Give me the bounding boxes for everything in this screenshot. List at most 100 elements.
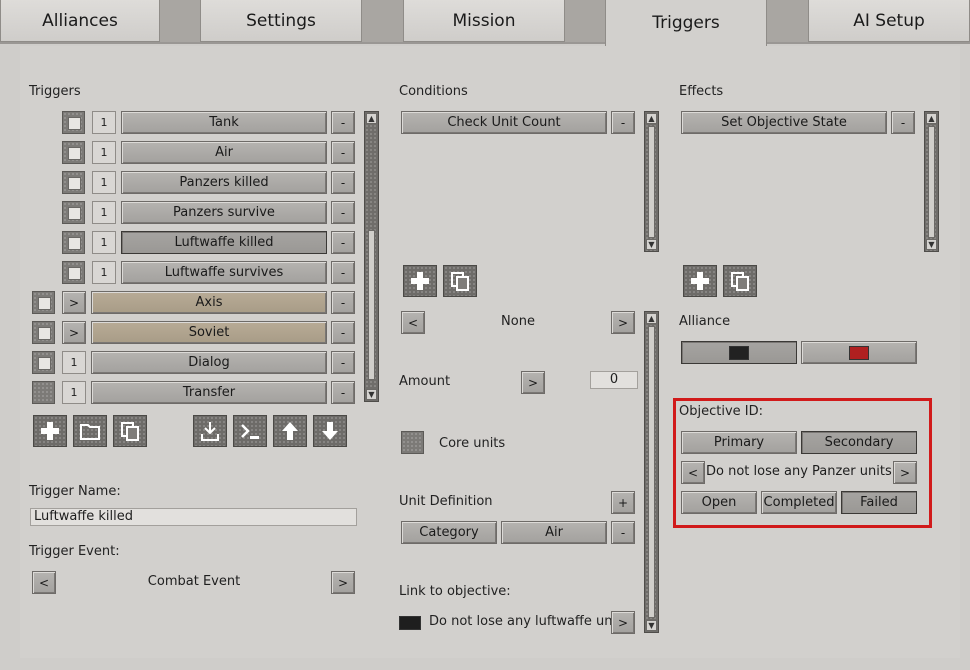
scroll-thumb[interactable] <box>648 326 655 618</box>
unit-category-button[interactable]: Category <box>401 521 497 544</box>
condition-item[interactable]: Check Unit Count <box>401 111 607 134</box>
trigger-item-tank[interactable]: Tank <box>121 111 327 134</box>
condition-remove-button[interactable]: - <box>611 111 635 134</box>
trigger-count: 1 <box>62 351 86 374</box>
unit-definition-add-button[interactable]: + <box>611 491 635 514</box>
core-units-label: Core units <box>439 436 506 451</box>
copy-condition-button[interactable] <box>443 265 477 297</box>
effect-remove-button[interactable]: - <box>891 111 915 134</box>
trigger-checkbox[interactable] <box>32 291 55 314</box>
trigger-checkbox[interactable] <box>62 231 85 254</box>
scroll-down-icon[interactable]: ▼ <box>646 239 657 250</box>
triggers-scrollbar[interactable]: ▲ ▼ <box>364 111 379 402</box>
trigger-item-luftwaffe-killed[interactable]: Luftwaffe killed <box>121 231 327 254</box>
trigger-item-air[interactable]: Air <box>121 141 327 164</box>
condition-type-prev-button[interactable]: < <box>401 311 425 334</box>
event-next-button[interactable]: > <box>331 571 355 594</box>
add-effect-button[interactable] <box>683 265 717 297</box>
copy-effect-button[interactable] <box>723 265 757 297</box>
unit-definition-remove-button[interactable]: - <box>611 521 635 544</box>
trigger-item-dialog[interactable]: Dialog <box>91 351 327 374</box>
trigger-checkbox[interactable] <box>62 171 85 194</box>
trigger-checkbox[interactable] <box>62 261 85 284</box>
alliance-button-red[interactable] <box>801 341 917 364</box>
conditions-scrollbar[interactable]: ▲ ▼ <box>644 111 659 252</box>
alliance-label: Alliance <box>679 314 731 329</box>
trigger-event-value: Combat Event <box>147 574 241 589</box>
scroll-down-icon[interactable]: ▼ <box>366 389 377 400</box>
scroll-up-icon[interactable]: ▲ <box>646 113 657 124</box>
move-up-button[interactable] <box>273 415 307 447</box>
trigger-checkbox[interactable] <box>32 321 55 344</box>
add-trigger-button[interactable] <box>33 415 67 447</box>
unit-definition-label: Unit Definition <box>399 494 493 509</box>
trigger-checkbox[interactable] <box>32 351 55 374</box>
trigger-name-input[interactable]: Luftwaffe killed <box>30 508 357 526</box>
link-objective-next-button[interactable]: > <box>611 611 635 634</box>
amount-operator-button[interactable]: > <box>521 371 545 394</box>
import-button[interactable] <box>193 415 227 447</box>
trigger-checkbox[interactable] <box>32 381 55 404</box>
trigger-remove-button[interactable]: - <box>331 171 355 194</box>
condition-details-scrollbar[interactable]: ▲ ▼ <box>644 311 659 633</box>
scroll-down-icon[interactable]: ▼ <box>926 239 937 250</box>
tab-triggers[interactable]: Triggers <box>605 0 767 46</box>
add-condition-button[interactable] <box>403 265 437 297</box>
trigger-remove-button[interactable]: - <box>331 351 355 374</box>
scroll-down-icon[interactable]: ▼ <box>646 620 657 631</box>
scroll-thumb[interactable] <box>928 126 935 238</box>
trigger-item-luftwaffe-survives[interactable]: Luftwaffe survives <box>121 261 327 284</box>
trigger-remove-button[interactable]: - <box>331 201 355 224</box>
expand-group-button[interactable]: > <box>62 291 86 314</box>
trigger-remove-button[interactable]: - <box>331 261 355 284</box>
trigger-remove-button[interactable]: - <box>331 111 355 134</box>
trigger-remove-button[interactable]: - <box>331 141 355 164</box>
link-objective-label: Link to objective: <box>399 584 511 599</box>
expand-group-button[interactable]: > <box>62 321 86 344</box>
condition-type-next-button[interactable]: > <box>611 311 635 334</box>
secondary-objective-button[interactable]: Secondary <box>801 431 917 454</box>
triggers-heading: Triggers <box>29 84 81 99</box>
amount-input[interactable]: 0 <box>590 371 638 389</box>
script-button[interactable] <box>233 415 267 447</box>
trigger-remove-button[interactable]: - <box>331 381 355 404</box>
trigger-remove-button[interactable]: - <box>331 231 355 254</box>
trigger-checkbox[interactable] <box>62 111 85 134</box>
download-icon <box>201 422 219 441</box>
effects-scrollbar[interactable]: ▲ ▼ <box>924 111 939 252</box>
state-completed-button[interactable]: Completed <box>761 491 837 514</box>
scroll-thumb[interactable] <box>368 230 375 380</box>
alliance-button-black[interactable] <box>681 341 797 364</box>
unit-category-value[interactable]: Air <box>501 521 607 544</box>
trigger-name-label: Trigger Name: <box>29 484 121 499</box>
folder-icon <box>80 424 100 440</box>
state-open-button[interactable]: Open <box>681 491 757 514</box>
trigger-checkbox[interactable] <box>62 141 85 164</box>
copy-trigger-button[interactable] <box>113 415 147 447</box>
trigger-remove-button[interactable]: - <box>331 291 355 314</box>
trigger-item-panzers-survive[interactable]: Panzers survive <box>121 201 327 224</box>
tab-settings[interactable]: Settings <box>200 0 362 42</box>
trigger-item-transfer[interactable]: Transfer <box>91 381 327 404</box>
objective-prev-button[interactable]: < <box>681 461 705 484</box>
tab-mission[interactable]: Mission <box>403 0 565 42</box>
trigger-group-soviet[interactable]: Soviet <box>91 321 327 344</box>
primary-objective-button[interactable]: Primary <box>681 431 797 454</box>
trigger-checkbox[interactable] <box>62 201 85 224</box>
event-prev-button[interactable]: < <box>32 571 56 594</box>
scroll-up-icon[interactable]: ▲ <box>646 313 657 324</box>
objective-next-button[interactable]: > <box>893 461 917 484</box>
add-folder-button[interactable] <box>73 415 107 447</box>
tab-ai-setup[interactable]: AI Setup <box>808 0 970 42</box>
tab-alliances[interactable]: Alliances <box>0 0 160 42</box>
effect-item[interactable]: Set Objective State <box>681 111 887 134</box>
trigger-group-axis[interactable]: Axis <box>91 291 327 314</box>
trigger-item-panzers-killed[interactable]: Panzers killed <box>121 171 327 194</box>
scroll-up-icon[interactable]: ▲ <box>926 113 937 124</box>
move-down-button[interactable] <box>313 415 347 447</box>
core-units-checkbox[interactable] <box>401 431 424 454</box>
scroll-thumb[interactable] <box>648 126 655 238</box>
trigger-remove-button[interactable]: - <box>331 321 355 344</box>
state-failed-button[interactable]: Failed <box>841 491 917 514</box>
scroll-up-icon[interactable]: ▲ <box>366 113 377 124</box>
